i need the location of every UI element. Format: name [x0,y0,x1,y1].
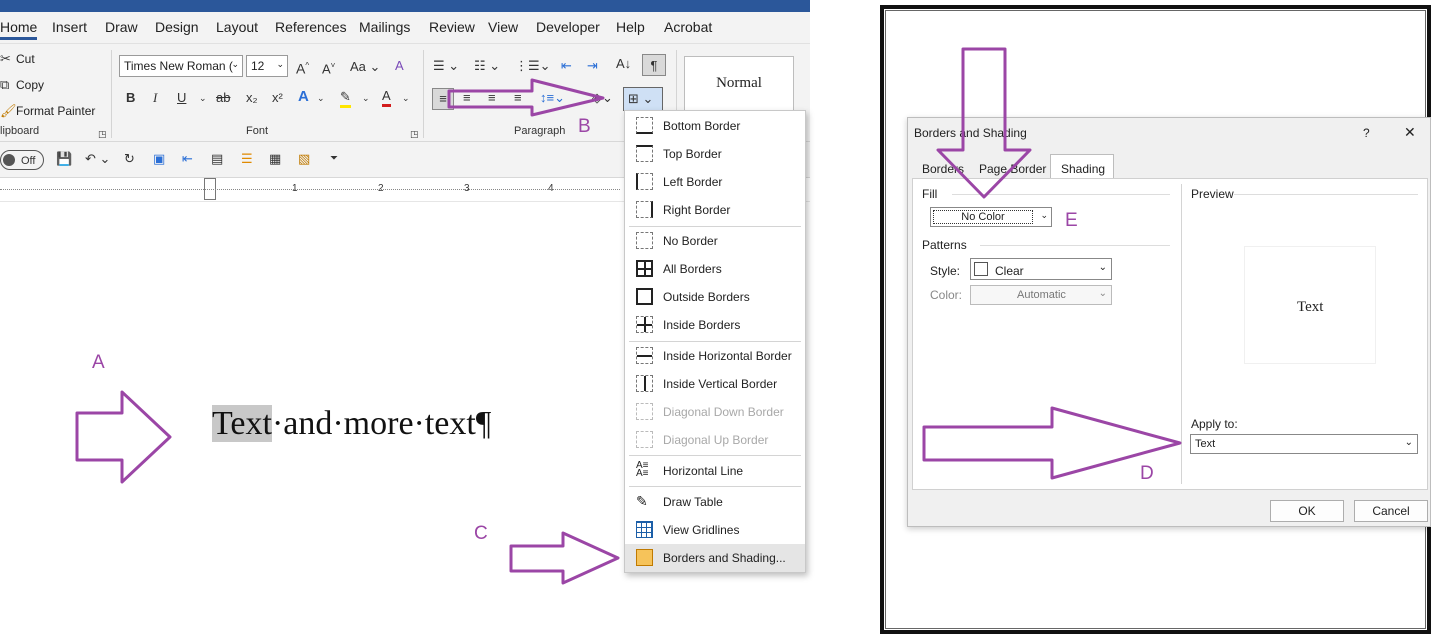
annotation-label-d: D [1140,463,1154,484]
annotation-arrow-e [936,47,1032,199]
annotation-label-b: B [578,116,591,137]
annotation-arrow-b [447,78,605,117]
annotation-arrow-a [75,390,172,484]
annotation-arrow-c [509,531,620,585]
annotation-arrows [75,47,1182,585]
annotation-label-c: C [474,523,488,544]
annotation-label-a: A [92,352,105,373]
annotation-label-e: E [1065,210,1078,231]
